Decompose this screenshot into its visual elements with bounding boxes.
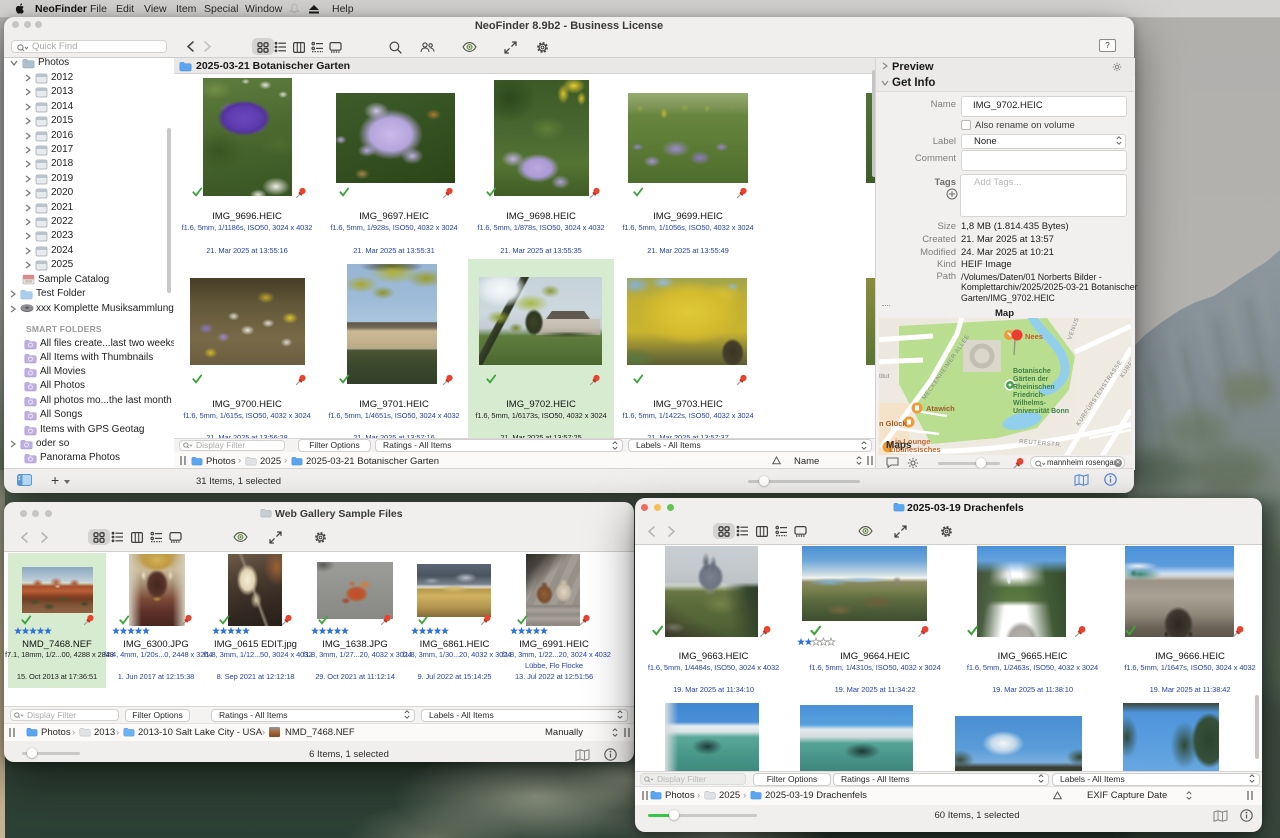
svg-text:Atawich: Atawich — [926, 404, 955, 413]
svg-text:Maps: Maps — [886, 440, 912, 451]
svg-text:Wilhelms-: Wilhelms- — [1013, 400, 1047, 407]
svg-text:Universität Bonn: Universität Bonn — [1013, 408, 1069, 415]
svg-text:Nees: Nees — [1025, 332, 1043, 341]
svg-text:Friedrich-: Friedrich- — [1013, 392, 1046, 399]
svg-text:titut: titut — [879, 373, 890, 380]
svg-text:Botanische: Botanische — [1013, 368, 1051, 375]
svg-text:n Glück: n Glück — [879, 419, 907, 428]
svg-text:Gärten der: Gärten der — [1013, 376, 1049, 383]
svg-text:Rheinischen: Rheinischen — [1013, 384, 1055, 391]
